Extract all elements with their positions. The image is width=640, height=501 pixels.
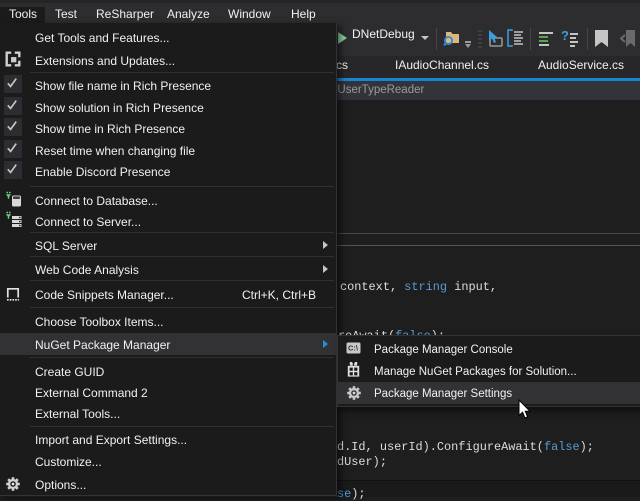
svg-text:?: ? xyxy=(561,29,569,43)
svg-text:C:\: C:\ xyxy=(348,344,359,353)
